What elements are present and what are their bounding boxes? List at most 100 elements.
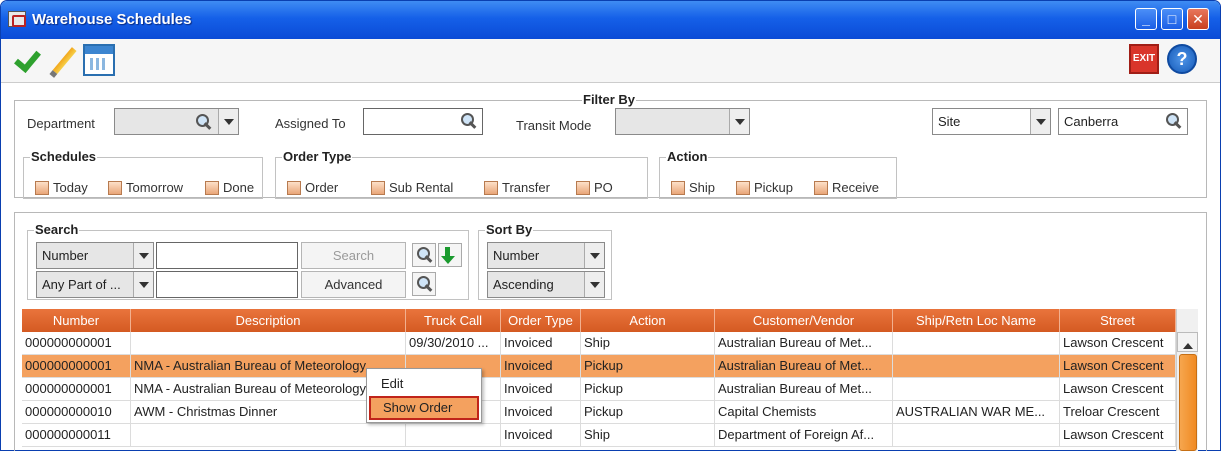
department-combo[interactable] xyxy=(114,108,239,135)
cell-loc-name: AUSTRALIAN WAR ME... xyxy=(893,401,1060,424)
chevron-down-icon[interactable] xyxy=(1030,109,1050,134)
edit-pencil-icon[interactable] xyxy=(47,44,79,76)
context-menu-edit[interactable]: Edit xyxy=(381,376,403,391)
table-row[interactable]: 000000000011 Invoiced Ship Department of… xyxy=(22,424,1176,447)
arrow-down-icon[interactable] xyxy=(438,243,462,267)
cell-street: Treloar Crescent xyxy=(1060,401,1176,424)
search-input[interactable] xyxy=(156,242,298,269)
grid-header: Number Description Truck Call Order Type… xyxy=(22,309,1176,332)
cell-order-type: Invoiced xyxy=(501,332,581,355)
transit-mode-combo[interactable] xyxy=(615,108,750,135)
cell-order-type: Invoiced xyxy=(501,401,581,424)
transit-mode-label: Transit Mode xyxy=(516,118,592,133)
search-icon[interactable] xyxy=(195,113,213,131)
cell-loc-name xyxy=(893,424,1060,447)
cell-number: 000000000011 xyxy=(22,424,131,447)
match-combo[interactable]: Any Part of ... xyxy=(36,271,154,298)
cell-loc-name xyxy=(893,355,1060,378)
search-button[interactable]: Search xyxy=(301,242,406,269)
transfer-checkbox[interactable]: Transfer xyxy=(484,180,550,195)
exit-button[interactable]: EXIT xyxy=(1129,44,1159,74)
close-button[interactable]: ✕ xyxy=(1187,8,1209,30)
cell-description: NMA - Australian Bureau of Meteorology xyxy=(131,355,406,378)
column-header[interactable]: Customer/Vendor xyxy=(715,309,893,332)
table-row[interactable]: 000000000010 AWM - Christmas Dinner Invo… xyxy=(22,401,1176,424)
column-header[interactable]: Ship/Retn Loc Name xyxy=(893,309,1060,332)
assigned-to-label: Assigned To xyxy=(275,116,346,131)
cell-number: 000000000001 xyxy=(22,378,131,401)
sort-title: Sort By xyxy=(485,222,534,237)
cell-customer: Australian Bureau of Met... xyxy=(715,332,893,355)
order-type-group: Order Type Order Sub Rental Transfer PO xyxy=(275,149,648,199)
sub-rental-checkbox[interactable]: Sub Rental xyxy=(371,180,453,195)
ship-checkbox[interactable]: Ship xyxy=(671,180,715,195)
chevron-down-icon[interactable] xyxy=(133,272,153,297)
site-combo[interactable]: Site xyxy=(932,108,1051,135)
column-header[interactable]: Truck Call xyxy=(406,309,501,332)
cell-description xyxy=(131,332,406,355)
cell-number: 000000000010 xyxy=(22,401,131,424)
search-icon[interactable] xyxy=(1165,112,1183,130)
cell-number: 000000000001 xyxy=(22,355,131,378)
search-field-combo[interactable]: Number xyxy=(36,242,154,269)
column-header[interactable]: Order Type xyxy=(501,309,581,332)
scroll-thumb[interactable] xyxy=(1179,354,1197,451)
chevron-down-icon[interactable] xyxy=(584,243,604,268)
maximize-button[interactable]: □ xyxy=(1161,8,1183,30)
cell-street: Lawson Crescent xyxy=(1060,378,1176,401)
site-name-field[interactable]: Canberra xyxy=(1058,108,1188,135)
done-checkbox[interactable]: Done xyxy=(205,180,254,195)
scroll-up-icon[interactable] xyxy=(1177,332,1198,352)
cell-order-type: Invoiced xyxy=(501,424,581,447)
cell-street: Lawson Crescent xyxy=(1060,355,1176,378)
search-input-2[interactable] xyxy=(156,271,298,298)
sort-group: Sort By Number Ascending xyxy=(478,222,612,300)
search-icon[interactable] xyxy=(460,112,478,130)
department-label: Department xyxy=(27,116,95,131)
minimize-button[interactable]: _ xyxy=(1135,8,1157,30)
po-checkbox[interactable]: PO xyxy=(576,180,613,195)
chevron-down-icon[interactable] xyxy=(584,272,604,297)
column-header[interactable]: Description xyxy=(131,309,406,332)
vertical-scrollbar[interactable] xyxy=(1176,309,1198,451)
cell-description: NMA - Australian Bureau of Meteorology xyxy=(131,378,406,401)
cell-street: Lawson Crescent xyxy=(1060,424,1176,447)
order-checkbox[interactable]: Order xyxy=(287,180,338,195)
today-checkbox[interactable]: Today xyxy=(35,180,88,195)
match-value: Any Part of ... xyxy=(42,277,121,292)
cell-customer: Australian Bureau of Met... xyxy=(715,378,893,401)
calendar-icon[interactable] xyxy=(83,44,115,76)
column-header[interactable]: Number xyxy=(22,309,131,332)
chevron-down-icon[interactable] xyxy=(133,243,153,268)
chevron-down-icon[interactable] xyxy=(729,109,749,134)
assigned-to-field[interactable] xyxy=(363,108,483,135)
context-menu-show-order[interactable]: Show Order xyxy=(369,396,479,420)
sort-order-combo[interactable]: Ascending xyxy=(487,271,605,298)
filter-panel: Filter By Department Assigned To Transit… xyxy=(14,92,1207,199)
find-icon[interactable] xyxy=(412,243,436,267)
magnifier-icon xyxy=(416,275,434,293)
toolbar: EXIT ? xyxy=(1,39,1220,83)
table-row[interactable]: 000000000001 NMA - Australian Bureau of … xyxy=(22,378,1176,401)
chevron-down-icon[interactable] xyxy=(218,109,238,134)
advanced-button[interactable]: Advanced xyxy=(301,271,406,298)
help-button[interactable]: ? xyxy=(1167,44,1197,74)
filter-title: Filter By xyxy=(582,92,637,107)
pickup-checkbox[interactable]: Pickup xyxy=(736,180,793,195)
column-header[interactable]: Action xyxy=(581,309,715,332)
sort-field-combo[interactable]: Number xyxy=(487,242,605,269)
magnifier-icon xyxy=(416,246,434,264)
column-header[interactable]: Street xyxy=(1060,309,1176,332)
advanced-search-icon[interactable] xyxy=(412,272,436,296)
cell-order-type: Invoiced xyxy=(501,355,581,378)
cell-action: Pickup xyxy=(581,378,715,401)
cell-customer: Australian Bureau of Met... xyxy=(715,355,893,378)
save-check-icon[interactable] xyxy=(11,44,43,76)
receive-checkbox[interactable]: Receive xyxy=(814,180,879,195)
table-row-selected[interactable]: 000000000001 NMA - Australian Bureau of … xyxy=(22,355,1176,378)
title-bar: Warehouse Schedules _ □ ✕ xyxy=(1,1,1220,39)
tomorrow-checkbox[interactable]: Tomorrow xyxy=(108,180,183,195)
table-row[interactable]: 000000000001 09/30/2010 ... Invoiced Shi… xyxy=(22,332,1176,355)
cell-loc-name xyxy=(893,378,1060,401)
cell-action: Pickup xyxy=(581,355,715,378)
